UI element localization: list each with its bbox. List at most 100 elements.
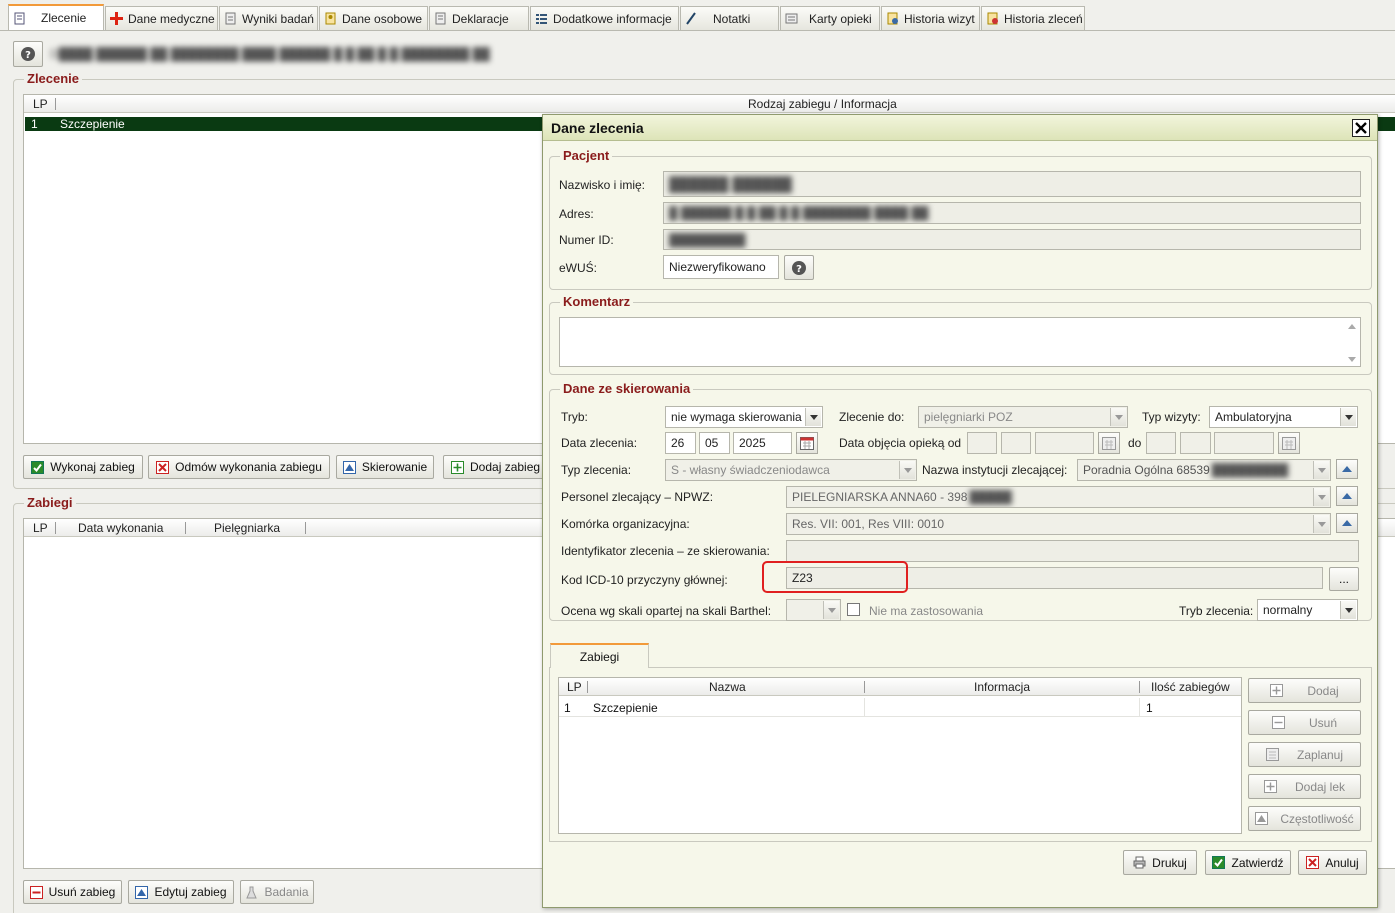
x-icon: [1306, 856, 1320, 869]
tab-label: Historia wizyt: [904, 11, 975, 26]
instytucja-up-button[interactable]: [1336, 459, 1358, 479]
zabiegi-legend: Zabiegi: [24, 495, 76, 510]
ewus-label: eWUŚ:: [559, 261, 598, 275]
komorka-up-button[interactable]: [1336, 513, 1358, 533]
calendar-button[interactable]: [796, 432, 818, 454]
dodaj-zabieg-button[interactable]: Dodaj zabieg: [443, 455, 548, 479]
scrollbar-icon[interactable]: [1347, 322, 1357, 364]
data-objecia-label: Data objęcia opieką od: [839, 436, 962, 450]
wykonaj-zabieg-button[interactable]: Wykonaj zabieg: [23, 455, 143, 479]
drukuj-button[interactable]: Drukuj: [1123, 850, 1197, 875]
do-day-input[interactable]: [1146, 432, 1176, 454]
usun-button[interactable]: Usuń: [1248, 710, 1361, 735]
help-icon: ?: [792, 260, 806, 275]
tab-karty-opieki[interactable]: Karty opieki: [780, 6, 880, 30]
typ-wizyty-select[interactable]: Ambulatoryjna: [1209, 406, 1358, 428]
dodaj-lek-button[interactable]: Dodaj lek: [1248, 774, 1361, 799]
col-informacja: Informacja: [974, 680, 1031, 694]
personel-label: Personel zlecający – NPWZ:: [561, 490, 714, 504]
help-button[interactable]: ?: [13, 41, 43, 67]
usun-zabieg-button[interactable]: Usuń zabieg: [23, 880, 122, 904]
icd-browse-button[interactable]: ...: [1329, 567, 1359, 591]
czestotliwosc-button[interactable]: Częstotliwość: [1248, 806, 1361, 831]
chevron-down-icon: [823, 601, 839, 619]
anuluj-button[interactable]: Anuluj: [1298, 850, 1367, 875]
button-label: Zatwierdź: [1231, 855, 1284, 870]
tab-zlecenie[interactable]: Zlecenie: [8, 4, 104, 30]
tryb-select[interactable]: nie wymaga skierowania: [665, 406, 823, 428]
od-day-input[interactable]: [967, 432, 997, 454]
tab-historia-wizyt[interactable]: Historia wizyt: [881, 6, 980, 30]
button-label: Badania: [264, 885, 309, 899]
typ-zlecenia-select[interactable]: S - własny świadczeniodawca: [665, 459, 917, 481]
skierowanie-legend: Dane ze skierowania: [560, 381, 694, 396]
history-icon: [887, 12, 898, 25]
nie-ma-zastosowania-checkbox[interactable]: [847, 603, 860, 616]
row-lp: 1: [31, 117, 38, 131]
month-input[interactable]: 05: [699, 432, 730, 454]
clipboard-icon: [225, 12, 236, 25]
do-year-input[interactable]: [1214, 432, 1274, 454]
tab-dane-osobowe[interactable]: Dane osobowe: [319, 6, 428, 30]
do-month-input[interactable]: [1180, 432, 1211, 454]
ewus-help-button[interactable]: ?: [784, 255, 814, 280]
zlecenie-do-select[interactable]: pielęgniarki POZ: [918, 406, 1128, 428]
tab-notatki[interactable]: Notatki: [680, 6, 779, 30]
ewus-status-field: Niezweryfikowano: [663, 255, 779, 279]
column-separator: [864, 681, 865, 693]
col-data: Data wykonania: [78, 521, 164, 535]
identyfikator-input[interactable]: [786, 540, 1359, 562]
button-label: Zaplanuj: [1296, 747, 1344, 762]
button-label: Drukuj: [1152, 855, 1187, 870]
button-label: Usuń zabieg: [48, 885, 116, 899]
od-calendar-button[interactable]: [1098, 432, 1120, 454]
dialog-title: Dane zlecenia: [551, 120, 644, 136]
identyfikator-label: Identyfikator zlecenia – ze skierowania:: [561, 544, 770, 558]
komorka-label: Komórka organizacyjna:: [561, 517, 690, 531]
tab-label: Deklaracje: [452, 11, 509, 26]
pacjent-legend: Pacjent: [560, 148, 613, 163]
barthel-select[interactable]: [786, 599, 841, 621]
button-label: Anuluj: [1325, 855, 1359, 870]
column-separator: [185, 522, 186, 534]
button-label: Usuń: [1308, 715, 1337, 730]
tab-zabiegi[interactable]: Zabiegi: [550, 643, 649, 668]
tab-label: Wyniki badań: [242, 11, 314, 26]
button-label: Dodaj lek: [1294, 779, 1346, 794]
tab-historia-zlecen[interactable]: Historia zleceń: [981, 6, 1085, 30]
year-input[interactable]: 2025: [733, 432, 792, 454]
table-row[interactable]: 1 Szczepienie 1: [559, 698, 1241, 717]
personel-value: PIELEGNIARSKA ANNA60 - 398: [792, 490, 968, 504]
tab-dodatkowe-informacje[interactable]: Dodatkowe informacje: [530, 6, 679, 30]
skierowanie-button[interactable]: Skierowanie: [336, 455, 434, 479]
personel-select[interactable]: PIELEGNIARSKA ANNA60 - 398 █████: [786, 486, 1331, 508]
nazwa-instytucji-select[interactable]: Poradnia Ogólna 68539 █████████: [1077, 459, 1331, 481]
tab-wyniki-badan[interactable]: Wyniki badań: [219, 6, 318, 30]
redacted-text: █████████: [1211, 463, 1289, 477]
edytuj-zabieg-button[interactable]: Edytuj zabieg: [128, 880, 234, 904]
close-button[interactable]: [1352, 119, 1370, 137]
col-lp: LP: [567, 680, 582, 694]
arrow-up-icon: [342, 460, 356, 474]
badania-button[interactable]: Badania: [240, 880, 314, 904]
od-year-input[interactable]: [1035, 432, 1094, 454]
personel-up-button[interactable]: [1336, 486, 1358, 506]
do-calendar-button[interactable]: [1278, 432, 1300, 454]
tab-dane-medyczne[interactable]: Dane medyczne: [105, 6, 218, 30]
dodaj-button[interactable]: Dodaj: [1248, 678, 1361, 703]
tryb-zlecenia-select[interactable]: normalny: [1257, 599, 1358, 621]
dialog-titlebar: Dane zlecenia: [543, 115, 1377, 141]
komentarz-textarea[interactable]: [559, 317, 1361, 367]
od-month-input[interactable]: [1001, 432, 1031, 454]
dialog-zabiegi-table[interactable]: LP Nazwa Informacja Ilość zabiegów 1 Szc…: [558, 677, 1242, 834]
komorka-select[interactable]: Res. VII: 001, Res VIII: 0010: [786, 513, 1331, 535]
zaplanuj-button[interactable]: Zaplanuj: [1248, 742, 1361, 767]
tab-label: Dane osobowe: [342, 11, 423, 26]
history-icon: [987, 12, 998, 25]
plus-icon: [451, 460, 464, 474]
typ-wizyty-label: Typ wizyty:: [1142, 410, 1201, 424]
odmow-wykonania-button[interactable]: Odmów wykonania zabiegu: [148, 455, 330, 479]
zatwierdz-button[interactable]: Zatwierdź: [1205, 850, 1291, 875]
tab-deklaracje[interactable]: Deklaracje: [429, 6, 529, 30]
day-input[interactable]: 26: [665, 432, 696, 454]
